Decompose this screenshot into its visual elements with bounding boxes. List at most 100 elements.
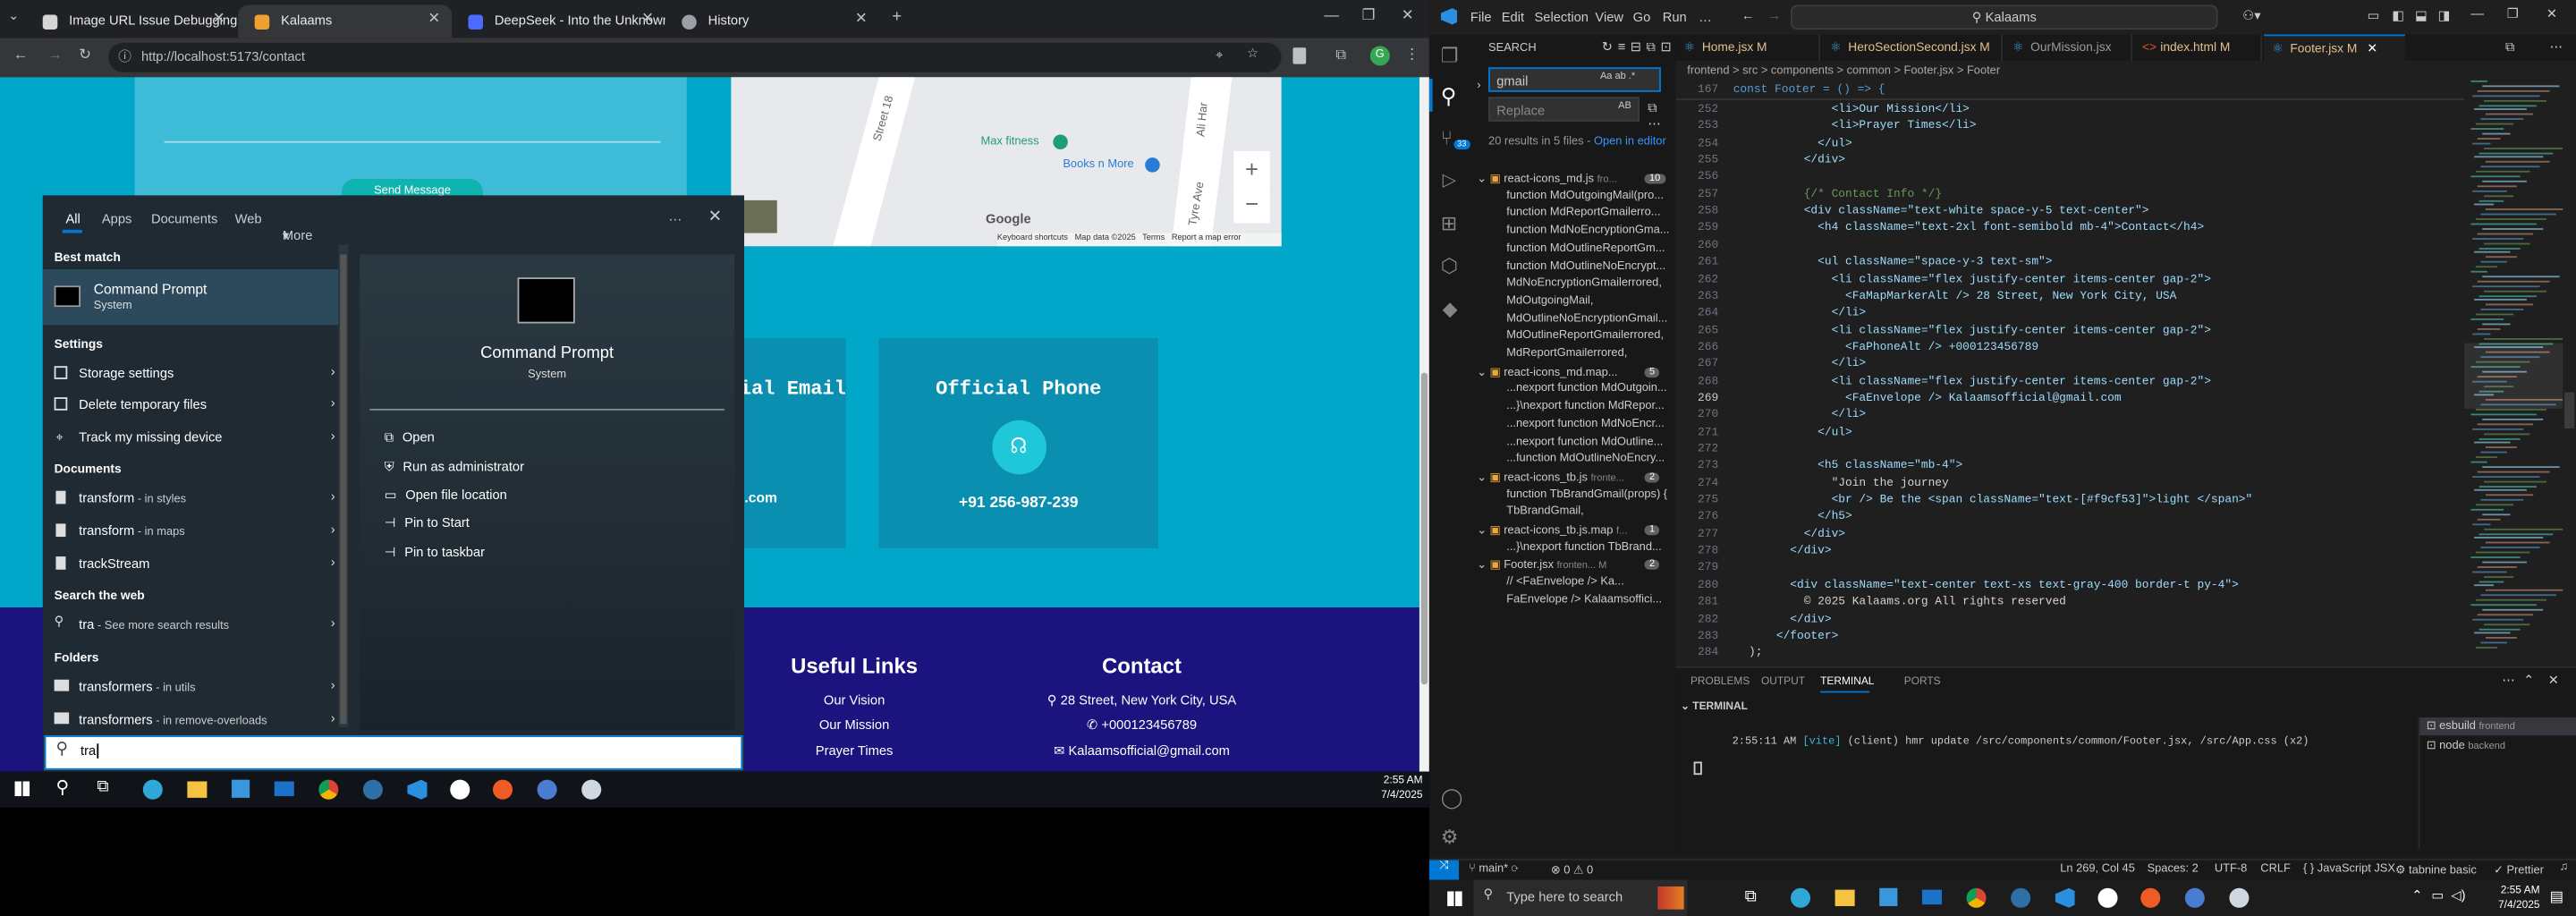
network-icon[interactable]: ▭ [2431, 888, 2444, 903]
run-debug-icon[interactable]: ▷ [1443, 169, 1457, 191]
search-result-line[interactable]: ...}\nexport function MdRepor... [1506, 401, 1671, 412]
chrome-icon[interactable] [1966, 887, 1987, 908]
folder-item[interactable]: transformers - in remove-overloads › [43, 704, 339, 735]
indentation[interactable]: Spaces: 2 [2148, 863, 2199, 875]
more-options-icon[interactable]: ··· [669, 212, 682, 227]
notification-icon[interactable]: ▤ [2550, 888, 2564, 906]
search-result-line[interactable]: TbBrandGmail, [1506, 506, 1671, 518]
taskbar-search-box[interactable]: ⚲ Type here to search [1473, 879, 1688, 916]
chevron-right-icon[interactable]: › [331, 522, 335, 538]
layout-icon-1[interactable]: ▭ [2368, 8, 2380, 23]
sticky-scroll[interactable]: 167 const Footer = () => { [1675, 82, 2465, 100]
mail-icon[interactable] [1921, 889, 1942, 905]
minimap-viewport[interactable] [2464, 343, 2563, 409]
layout-icon-2[interactable]: ◧ [2392, 8, 2404, 23]
phone-card-value[interactable]: +91 256-987-239 [879, 494, 1158, 512]
eol[interactable]: CRLF [2260, 863, 2291, 875]
remote-indicator[interactable]: ⤨ [1428, 860, 1459, 880]
forward-icon[interactable]: → [47, 46, 63, 62]
task-view-icon[interactable]: ⧉ [97, 778, 108, 796]
search-result-line[interactable]: MdOutlineNoEncryptionGmail... [1506, 313, 1671, 325]
replace-all-icon[interactable]: ⧉ [1648, 100, 1657, 116]
search-result-line[interactable]: // <FaEnvelope /> Ka... [1506, 576, 1671, 588]
chevron-right-icon[interactable]: › [331, 489, 335, 505]
postman-icon[interactable] [2140, 887, 2161, 908]
tabnine-icon[interactable]: ◆ [1443, 297, 1458, 320]
map-place-books[interactable]: Books n More [1063, 159, 1133, 171]
back-icon[interactable]: ← [13, 46, 29, 62]
account-icon[interactable]: ◯ [1441, 786, 1463, 810]
chevron-right-icon[interactable]: › [331, 555, 335, 570]
browser-tab-1[interactable]: Kalaams ✕ [238, 4, 453, 38]
source-control-icon[interactable]: ⑂ [1441, 126, 1453, 149]
match-case-icons[interactable]: Aa ab .* [1600, 72, 1635, 82]
close-window-icon[interactable]: ✕ [2546, 6, 2557, 21]
google-map[interactable]: Street 18 Ali Har Tyre Ave Max fitness B… [731, 77, 1282, 247]
tab-search-icon[interactable]: ⌄ [8, 8, 19, 23]
menu-go[interactable]: Go [1633, 10, 1651, 25]
toggle-replace-icon[interactable]: › [1477, 81, 1480, 92]
editor-tab[interactable]: ⚛ HeroSectionSecond.jsx M [1822, 34, 2003, 61]
action-open-file-location[interactable]: ▭ Open file location [385, 488, 507, 503]
more-actions-icon[interactable]: ⋯ [2550, 39, 2563, 55]
footer-link-mission[interactable]: Our Mission [756, 717, 953, 733]
chevron-right-icon[interactable]: › [331, 428, 335, 444]
tab-documents[interactable]: Documents [151, 212, 217, 227]
search-result-file[interactable]: ⌄ ▣ react-icons_md.js fro... [1477, 173, 1616, 186]
menu-more[interactable]: … [1699, 10, 1712, 25]
copilot-icon[interactable]: ⚇▾ [2242, 8, 2261, 23]
store-icon[interactable] [1879, 887, 1898, 906]
file-explorer-icon[interactable] [187, 781, 208, 798]
editor-tab[interactable]: ⚛ OurMission.jsx [2004, 34, 2133, 61]
file-explorer-icon[interactable] [1835, 889, 1855, 906]
folder-item[interactable]: transformers - in utils › [43, 672, 339, 703]
document-item[interactable]: trackStream › [43, 548, 339, 580]
menu-view[interactable]: View [1595, 10, 1623, 25]
web-search-item[interactable]: ⚲ tra - See more search results › [43, 609, 339, 640]
search-input[interactable]: gmail Aa ab .* [1488, 67, 1661, 92]
replace-input[interactable]: Replace AB [1488, 97, 1640, 122]
app-icon-2[interactable] [2229, 887, 2250, 908]
search-result-line[interactable]: ...nexport function MdOutline... [1506, 436, 1671, 447]
prettier-status[interactable]: ✓ Prettier [2494, 863, 2544, 877]
remote-icon[interactable]: ⬡ [1441, 254, 1458, 277]
layout-icon-3[interactable]: ⬓ [2415, 8, 2428, 23]
footer-email-text[interactable]: Kalaamsofficial@gmail.com [1068, 743, 1229, 759]
document-item[interactable]: transform - in maps › [43, 515, 339, 547]
panel-tab-terminal[interactable]: TERMINAL [1820, 676, 1874, 688]
language-mode[interactable]: { } JavaScript JSX [2303, 863, 2395, 875]
browser-tab-2[interactable]: DeepSeek - Into the Unknown ✕ [452, 5, 665, 38]
search-result-line[interactable]: MdNoEncryptionGmailerrored, [1506, 277, 1671, 289]
nav-forward-icon[interactable]: → [1767, 8, 1781, 23]
github-icon[interactable] [450, 779, 470, 800]
panel-more-icon[interactable]: ⋯ [2502, 673, 2515, 688]
search-result-line[interactable]: ...function MdOutlineNoEncry... [1506, 454, 1671, 465]
search-result-line[interactable]: function MdOutlineNoEncrypt... [1506, 260, 1671, 272]
minimize-icon[interactable]: — [2470, 6, 2484, 21]
branch-status[interactable]: ⑂ main* ⟳ [1469, 863, 1519, 875]
action-run-as-admin[interactable]: ⛨ Run as administrator [385, 460, 524, 476]
tab-web[interactable]: Web [235, 212, 262, 227]
maximize-icon[interactable]: ❐ [1362, 6, 1376, 24]
close-window-icon[interactable]: ✕ [1402, 6, 1414, 24]
clock[interactable]: 2:55 AM 7/4/2025 [1357, 773, 1422, 802]
app-icon-1[interactable] [362, 779, 383, 800]
search-toolbar-icons[interactable]: ↻≡⊟⧉⊡ [1602, 39, 1676, 55]
close-panel-icon[interactable]: ✕ [2548, 673, 2559, 688]
search-result-line[interactable]: function MdReportGmailerro... [1506, 208, 1671, 219]
tabnine-status[interactable]: ⚙ tabnine basic [2395, 863, 2477, 877]
store-icon[interactable] [231, 779, 250, 798]
maximize-panel-icon[interactable]: ⌃ [2523, 673, 2534, 688]
manage-gear-icon[interactable]: ⚙ [1441, 826, 1459, 849]
search-result-line[interactable]: function MdOutlineReportGm... [1506, 242, 1671, 254]
close-icon[interactable]: ✕ [708, 208, 722, 226]
browser-scrollbar[interactable] [1419, 77, 1429, 772]
minimap[interactable] [2464, 80, 2563, 666]
breadcrumb[interactable]: frontend > src > components > common > F… [1687, 65, 2000, 77]
encoding[interactable]: UTF-8 [2215, 863, 2247, 875]
reload-icon[interactable]: ↻ [79, 46, 91, 64]
tray-chevron-icon[interactable]: ⌃ [2411, 888, 2422, 903]
panel-tab-output[interactable]: OUTPUT [1761, 676, 1805, 688]
editor-tab-active[interactable]: ⚛ Footer.jsx M ✕ [2263, 34, 2405, 61]
vscode-icon[interactable] [407, 779, 428, 800]
